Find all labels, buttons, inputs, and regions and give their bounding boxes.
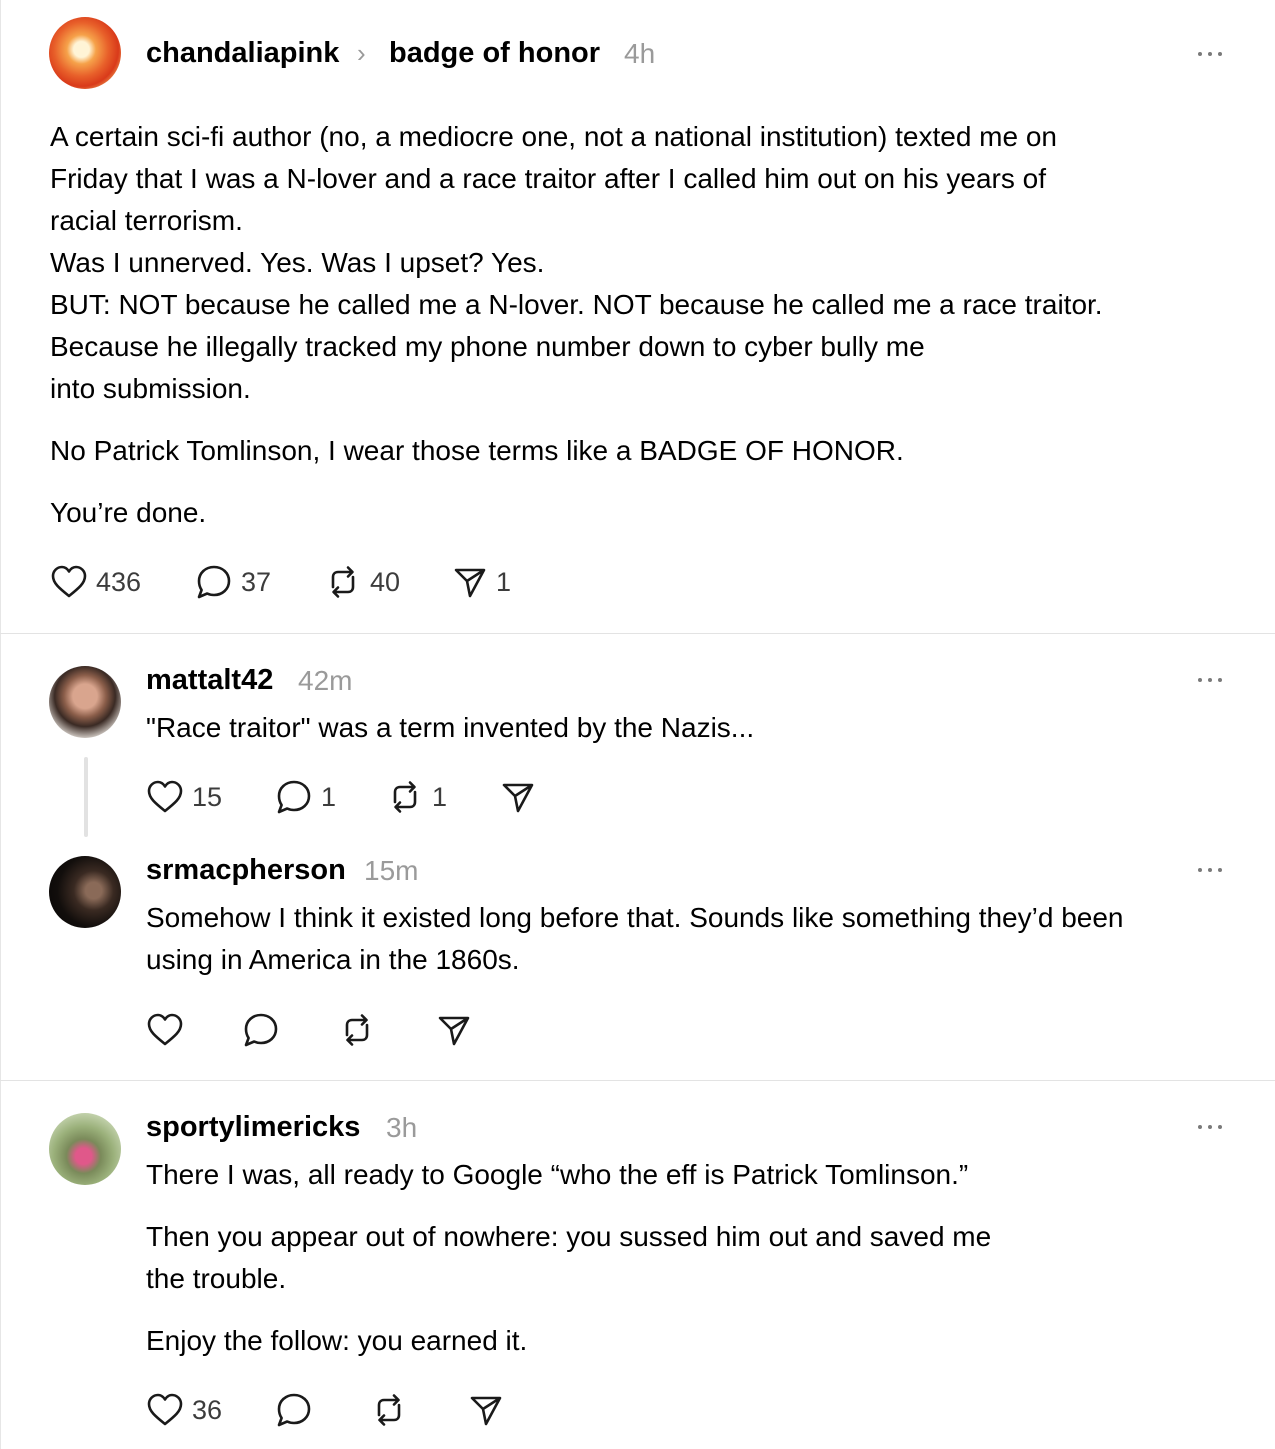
avatar-sportylimericks[interactable]: [49, 1113, 121, 1185]
like-count: 36: [192, 1395, 223, 1425]
repost-count: 40: [370, 567, 401, 597]
like-count: 15: [192, 782, 223, 812]
avatar-mattalt42[interactable]: [49, 666, 121, 738]
post-line-7: into submission.: [50, 373, 251, 404]
avatar-chandaliapink[interactable]: [49, 17, 121, 89]
post-paragraph-3: You’re done.: [50, 497, 207, 528]
like-button[interactable]: 436: [50, 562, 141, 602]
reply-button[interactable]: [275, 1390, 313, 1430]
like-button[interactable]: 36: [146, 1390, 222, 1430]
like-button[interactable]: 15: [146, 777, 222, 817]
share-icon: [470, 1396, 502, 1426]
reply-button[interactable]: [242, 1010, 280, 1050]
repost-button[interactable]: 40: [324, 562, 400, 602]
repost-button[interactable]: [338, 1010, 376, 1050]
heart-icon: [51, 565, 87, 598]
reply2-time: 15m: [364, 855, 419, 886]
reply-button[interactable]: 37: [195, 562, 271, 602]
reply-count: 37: [241, 567, 272, 597]
chevron-right-icon: ›: [357, 38, 366, 68]
repost-icon: [377, 1394, 401, 1426]
comment-icon: [197, 565, 231, 599]
post-line-2: Friday that I was a N-lover and a race t…: [50, 163, 1046, 194]
repost-button[interactable]: [370, 1390, 408, 1430]
like-button[interactable]: [146, 1010, 184, 1050]
like-count: 436: [96, 567, 142, 597]
share-icon: [454, 568, 486, 598]
divider: [0, 633, 1275, 634]
reply2-line-2: using in America in the 1860s.: [146, 944, 520, 975]
post-time: 4h: [624, 38, 656, 69]
share-icon: [438, 1016, 470, 1046]
reply2-line-1: Somehow I think it existed long before t…: [146, 902, 1124, 933]
share-button[interactable]: [436, 1010, 472, 1050]
post-line-4: Was I unnerved. Yes. Was I upset? Yes.: [50, 247, 545, 278]
repost-button[interactable]: 1: [386, 777, 447, 817]
heart-icon: [147, 1393, 183, 1426]
reply3-paragraph-1: There I was, all ready to Google “who th…: [146, 1159, 969, 1190]
reply1-username[interactable]: mattalt42: [146, 662, 273, 698]
comment-icon: [277, 1393, 311, 1427]
post-username[interactable]: chandaliapink: [146, 35, 339, 71]
reply1-text: "Race traitor" was a term invented by th…: [146, 712, 755, 743]
more-icon[interactable]: [1192, 860, 1232, 880]
thread-line: [84, 757, 88, 837]
reply-count: 1: [321, 782, 337, 812]
repost-icon: [345, 1014, 369, 1046]
more-icon[interactable]: [1192, 1117, 1232, 1137]
left-border: [0, 0, 1, 1449]
post-line-3: racial terrorism.: [50, 205, 243, 236]
post-line-5: BUT: NOT because he called me a N-lover.…: [50, 289, 1103, 320]
post-paragraph-2: No Patrick Tomlinson, I wear those terms…: [50, 435, 904, 466]
heart-icon: [147, 780, 183, 813]
reply2-username[interactable]: srmacpherson: [146, 852, 346, 888]
comment-icon: [277, 780, 311, 814]
reply3-paragraph-3: Enjoy the follow: you earned it.: [146, 1325, 528, 1356]
repost-count: 1: [432, 782, 448, 812]
reply3-paragraph-2-line-1: Then you appear out of nowhere: you suss…: [146, 1221, 992, 1252]
reply1-time: 42m: [298, 665, 353, 696]
reply3-paragraph-2-line-2: the trouble.: [146, 1263, 287, 1294]
more-icon[interactable]: [1192, 44, 1232, 64]
share-button[interactable]: 1: [452, 562, 511, 602]
divider: [0, 1080, 1275, 1081]
reply3-time: 3h: [386, 1112, 418, 1143]
post-line-6: Because he illegally tracked my phone nu…: [50, 331, 925, 362]
share-button[interactable]: [500, 777, 536, 817]
comment-icon: [244, 1013, 278, 1047]
avatar-srmacpherson[interactable]: [49, 856, 121, 928]
share-icon: [502, 783, 534, 813]
more-icon[interactable]: [1192, 670, 1232, 690]
share-count: 1: [496, 567, 512, 597]
reply-button[interactable]: 1: [275, 777, 336, 817]
post-topic[interactable]: badge of honor: [389, 35, 600, 71]
repost-icon: [331, 566, 355, 598]
repost-icon: [393, 781, 417, 813]
share-button[interactable]: [468, 1390, 504, 1430]
post-line-1: A certain sci-fi author (no, a mediocre …: [50, 121, 1058, 152]
heart-icon: [147, 1013, 183, 1046]
reply3-username[interactable]: sportylimericks: [146, 1109, 360, 1145]
